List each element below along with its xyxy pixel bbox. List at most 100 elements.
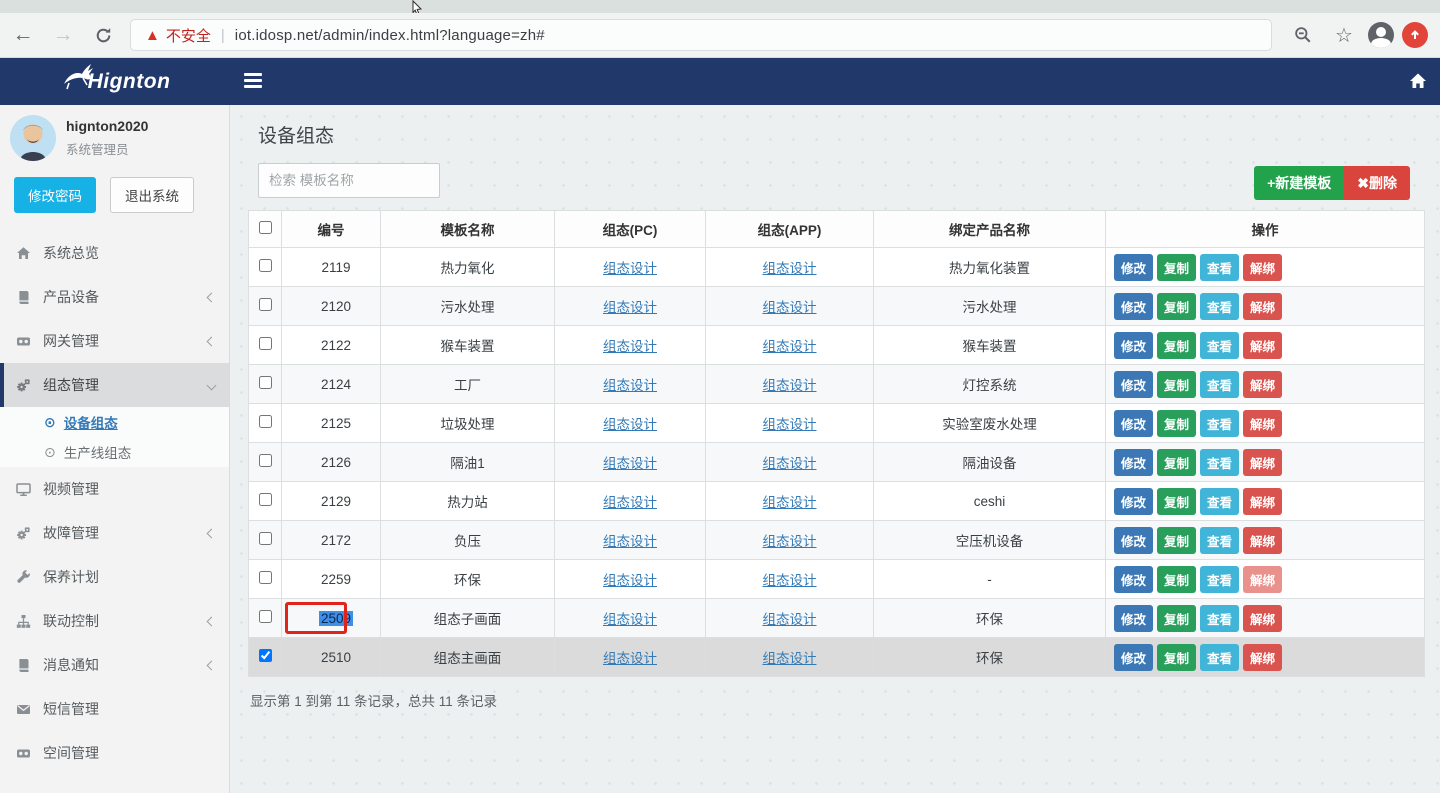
view-button[interactable]: 查看: [1200, 449, 1239, 476]
browser-update-icon[interactable]: [1402, 22, 1428, 48]
sidebar-item-fault-management[interactable]: 故障管理: [0, 511, 229, 555]
bookmark-star-icon[interactable]: ☆: [1328, 23, 1360, 48]
copy-button[interactable]: 复制: [1157, 293, 1196, 320]
unbind-button[interactable]: 解绑: [1243, 488, 1282, 515]
table-row[interactable]: 2119 热力氧化 组态设计 组态设计 热力氧化装置 修改复制查看解绑: [249, 248, 1425, 287]
change-password-button[interactable]: 修改密码: [14, 177, 96, 213]
unbind-button[interactable]: 解绑: [1243, 527, 1282, 554]
row-checkbox[interactable]: [259, 415, 272, 428]
edit-button[interactable]: 修改: [1114, 254, 1153, 281]
row-checkbox[interactable]: [259, 337, 272, 350]
browser-profile-avatar[interactable]: [1368, 22, 1394, 48]
view-button[interactable]: 查看: [1200, 293, 1239, 320]
unbind-button[interactable]: 解绑: [1243, 605, 1282, 632]
config-design-link-app[interactable]: 组态设计: [763, 261, 817, 276]
view-button[interactable]: 查看: [1200, 254, 1239, 281]
delete-button[interactable]: ✖删除: [1344, 166, 1410, 200]
row-checkbox[interactable]: [259, 571, 272, 584]
config-design-link-app[interactable]: 组态设计: [763, 456, 817, 471]
sidebar-item-gateway-management[interactable]: 网关管理: [0, 319, 229, 363]
row-checkbox[interactable]: [259, 376, 272, 389]
config-design-link-pc[interactable]: 组态设计: [603, 456, 657, 471]
view-button[interactable]: 查看: [1200, 410, 1239, 437]
sidebar-item-device-config[interactable]: ⊙ 设备组态: [0, 407, 229, 437]
unbind-button[interactable]: 解绑: [1243, 371, 1282, 398]
row-checkbox[interactable]: [259, 532, 272, 545]
sidebar-item-product-devices[interactable]: 产品设备: [0, 275, 229, 319]
config-design-link-pc[interactable]: 组态设计: [603, 417, 657, 432]
reload-button[interactable]: [86, 18, 120, 52]
table-row[interactable]: 2510 组态主画面 组态设计 组态设计 环保 修改复制查看解绑: [249, 638, 1425, 677]
copy-button[interactable]: 复制: [1157, 566, 1196, 593]
copy-button[interactable]: 复制: [1157, 410, 1196, 437]
brand-logo[interactable]: Hignton: [0, 58, 230, 105]
table-row[interactable]: 2122 猴车装置 组态设计 组态设计 猴车装置 修改复制查看解绑: [249, 326, 1425, 365]
copy-button[interactable]: 复制: [1157, 371, 1196, 398]
address-bar[interactable]: ▲ 不安全 | iot.idosp.net/admin/index.html?l…: [130, 19, 1272, 51]
config-design-link-app[interactable]: 组态设计: [763, 534, 817, 549]
config-design-link-pc[interactable]: 组态设计: [603, 339, 657, 354]
edit-button[interactable]: 修改: [1114, 332, 1153, 359]
sidebar-item-system-overview[interactable]: 系统总览: [0, 231, 229, 275]
sidebar-item-video-management[interactable]: 视频管理: [0, 467, 229, 511]
view-button[interactable]: 查看: [1200, 371, 1239, 398]
config-design-link-app[interactable]: 组态设计: [763, 378, 817, 393]
unbind-button[interactable]: 解绑: [1243, 293, 1282, 320]
config-design-link-app[interactable]: 组态设计: [763, 573, 817, 588]
copy-button[interactable]: 复制: [1157, 644, 1196, 671]
config-design-link-app[interactable]: 组态设计: [763, 300, 817, 315]
edit-button[interactable]: 修改: [1114, 449, 1153, 476]
config-design-link-pc[interactable]: 组态设计: [603, 573, 657, 588]
unbind-button[interactable]: 解绑: [1243, 254, 1282, 281]
table-row[interactable]: 2129 热力站 组态设计 组态设计 ceshi 修改复制查看解绑: [249, 482, 1425, 521]
unbind-button[interactable]: 解绑: [1243, 449, 1282, 476]
unbind-button[interactable]: 解绑: [1243, 566, 1282, 593]
config-design-link-pc[interactable]: 组态设计: [603, 378, 657, 393]
table-row[interactable]: 2172 负压 组态设计 组态设计 空压机设备 修改复制查看解绑: [249, 521, 1425, 560]
config-design-link-pc[interactable]: 组态设计: [603, 612, 657, 627]
row-checkbox[interactable]: [259, 454, 272, 467]
config-design-link-app[interactable]: 组态设计: [763, 339, 817, 354]
config-design-link-app[interactable]: 组态设计: [763, 612, 817, 627]
copy-button[interactable]: 复制: [1157, 449, 1196, 476]
copy-button[interactable]: 复制: [1157, 332, 1196, 359]
copy-button[interactable]: 复制: [1157, 605, 1196, 632]
edit-button[interactable]: 修改: [1114, 371, 1153, 398]
unbind-button[interactable]: 解绑: [1243, 332, 1282, 359]
config-design-link-pc[interactable]: 组态设计: [603, 534, 657, 549]
sidebar-item-production-line-config[interactable]: ⊙ 生产线组态: [0, 437, 229, 467]
table-row[interactable]: 2509 组态子画面 组态设计 组态设计 环保 修改复制查看解绑: [249, 599, 1425, 638]
forward-button[interactable]: →: [46, 18, 80, 52]
logout-button[interactable]: 退出系统: [110, 177, 194, 213]
table-row[interactable]: 2120 污水处理 组态设计 组态设计 污水处理 修改复制查看解绑: [249, 287, 1425, 326]
edit-button[interactable]: 修改: [1114, 293, 1153, 320]
table-row[interactable]: 2126 隔油1 组态设计 组态设计 隔油设备 修改复制查看解绑: [249, 443, 1425, 482]
view-button[interactable]: 查看: [1200, 488, 1239, 515]
sidebar-item-linkage-control[interactable]: 联动控制: [0, 599, 229, 643]
sidebar-item-maintenance-plan[interactable]: 保养计划: [0, 555, 229, 599]
row-checkbox[interactable]: [259, 259, 272, 272]
edit-button[interactable]: 修改: [1114, 527, 1153, 554]
table-row[interactable]: 2259 环保 组态设计 组态设计 - 修改复制查看解绑: [249, 560, 1425, 599]
view-button[interactable]: 查看: [1200, 644, 1239, 671]
home-button[interactable]: [1408, 71, 1428, 96]
unbind-button[interactable]: 解绑: [1243, 644, 1282, 671]
zoom-out-button[interactable]: [1286, 18, 1320, 52]
edit-button[interactable]: 修改: [1114, 488, 1153, 515]
table-row[interactable]: 2124 工厂 组态设计 组态设计 灯控系统 修改复制查看解绑: [249, 365, 1425, 404]
config-design-link-app[interactable]: 组态设计: [763, 495, 817, 510]
edit-button[interactable]: 修改: [1114, 644, 1153, 671]
sidebar-item-space-management[interactable]: 空间管理: [0, 731, 229, 775]
edit-button[interactable]: 修改: [1114, 566, 1153, 593]
table-row[interactable]: 2125 垃圾处理 组态设计 组态设计 实验室废水处理 修改复制查看解绑: [249, 404, 1425, 443]
sidebar-item-message-notification[interactable]: 消息通知: [0, 643, 229, 687]
config-design-link-pc[interactable]: 组态设计: [603, 495, 657, 510]
select-all-checkbox[interactable]: [259, 221, 272, 234]
back-button[interactable]: ←: [6, 18, 40, 52]
security-warning[interactable]: ▲ 不安全: [145, 25, 211, 46]
view-button[interactable]: 查看: [1200, 605, 1239, 632]
copy-button[interactable]: 复制: [1157, 527, 1196, 554]
config-design-link-pc[interactable]: 组态设计: [603, 261, 657, 276]
copy-button[interactable]: 复制: [1157, 488, 1196, 515]
view-button[interactable]: 查看: [1200, 566, 1239, 593]
